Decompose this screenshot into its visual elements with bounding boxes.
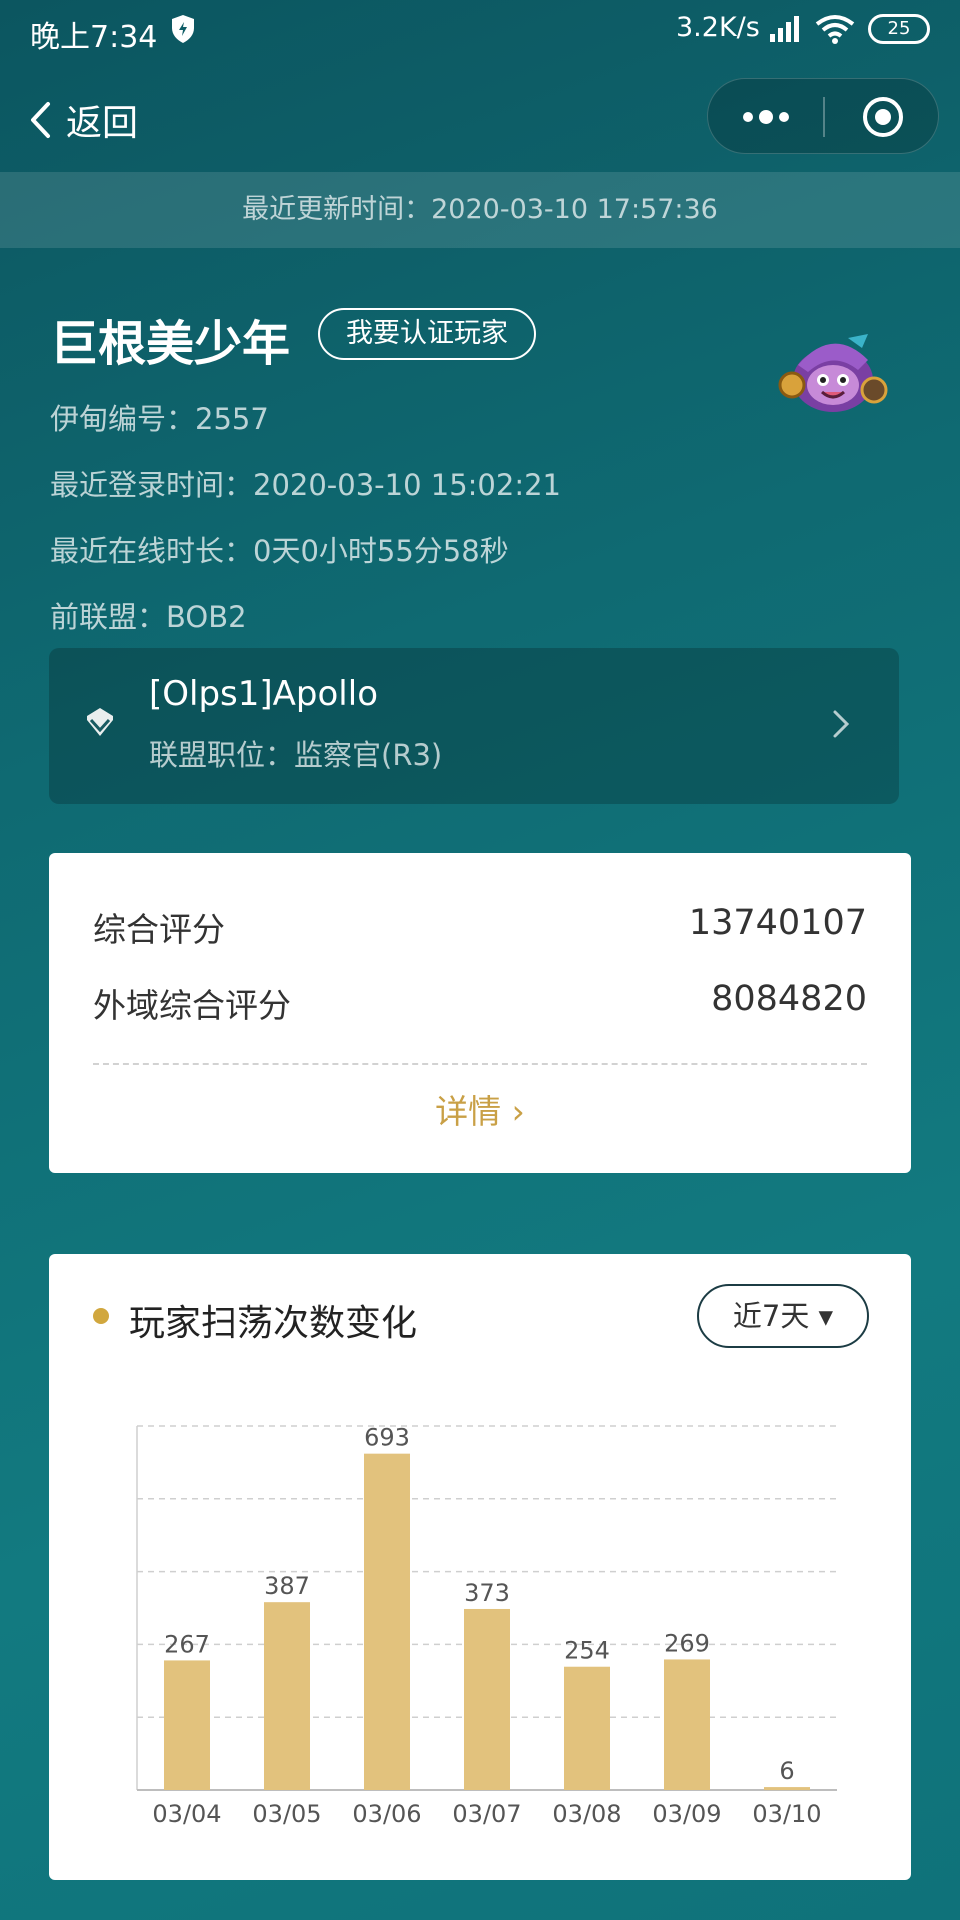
last-login-time: 最近登录时间：2020-03-10 15:02:21 (50, 468, 561, 502)
x-tick-label: 03/09 (652, 1800, 721, 1828)
back-label: 返回 (66, 103, 139, 144)
signal-icon (770, 16, 799, 42)
x-tick-label: 03/08 (552, 1800, 621, 1828)
bar (464, 1608, 510, 1790)
close-circle-icon (862, 97, 903, 137)
x-tick-label: 03/05 (252, 1800, 321, 1828)
sweep-count-chart-card: 玩家扫荡次数变化 近7天 ▾ 267 03/04 387 03/05 693 03/06 3… (49, 1254, 911, 1880)
mini-program-capsule (707, 78, 939, 154)
more-button[interactable] (708, 79, 823, 155)
bar-value-label: 267 (164, 1630, 210, 1658)
avatar (778, 334, 888, 412)
network-speed: 3.2K/s (676, 12, 760, 43)
external-score-value: 8084820 (711, 979, 867, 1019)
bar-value-label: 6 (779, 1757, 794, 1785)
bar (164, 1660, 210, 1790)
bar-value-label: 269 (664, 1629, 710, 1657)
verify-player-button[interactable]: 我要认证玩家 (318, 308, 536, 360)
bar-value-label: 693 (364, 1424, 410, 1452)
former-alliance: 前联盟：BOB2 (50, 600, 247, 634)
online-duration: 最近在线时长：0天0小时55分58秒 (50, 534, 509, 568)
x-tick-label: 03/04 (152, 1800, 221, 1828)
bar-chart: 267 03/04 387 03/05 693 03/06 373 03/07 254 03/08… (136, 1424, 837, 1828)
alliance-name: [Olps1]Apollo (149, 674, 379, 714)
status-bar: 晚上7:34 3.2K/s 25 (0, 0, 960, 60)
player-id: 伊甸编号：2557 (50, 402, 269, 436)
chevron-right-icon (833, 710, 850, 738)
alliance-card[interactable]: [Olps1]Apollo 联盟职位：监察官(R3) (49, 648, 899, 804)
battery-icon: 25 (868, 14, 930, 44)
last-update-bar: 最近更新时间：2020-03-10 17:57:36 (0, 172, 960, 248)
overall-score-label: 综合评分 (93, 910, 225, 949)
diamond-icon (87, 708, 113, 736)
score-divider (93, 1063, 867, 1065)
bar-value-label: 373 (464, 1579, 510, 1607)
player-name: 巨根美少年 (50, 316, 291, 372)
more-icon (742, 110, 789, 124)
back-button[interactable]: 返回 (28, 90, 138, 150)
bar (364, 1453, 410, 1790)
score-card: 综合评分 13740107 外域综合评分 8084820 详情 › (49, 853, 911, 1173)
bar (564, 1666, 610, 1790)
overall-score-value: 13740107 (688, 903, 867, 943)
bar (264, 1602, 310, 1790)
x-tick-label: 03/10 (752, 1800, 821, 1828)
status-time: 晚上7:34 (30, 20, 158, 55)
details-link[interactable]: 详情 › (49, 1085, 911, 1133)
bar-value-label: 387 (264, 1572, 310, 1600)
alliance-role: 联盟职位：监察官(R3) (149, 738, 443, 772)
x-tick-label: 03/07 (452, 1800, 521, 1828)
bar-value-label: 254 (564, 1637, 610, 1665)
bar (764, 1787, 810, 1791)
external-score-label: 外域综合评分 (93, 986, 291, 1025)
wifi-icon (815, 15, 855, 44)
bar (664, 1659, 710, 1790)
chevron-left-icon (31, 102, 50, 138)
shield-icon (172, 15, 194, 43)
x-tick-label: 03/06 (352, 1800, 421, 1828)
close-button[interactable] (825, 79, 940, 155)
